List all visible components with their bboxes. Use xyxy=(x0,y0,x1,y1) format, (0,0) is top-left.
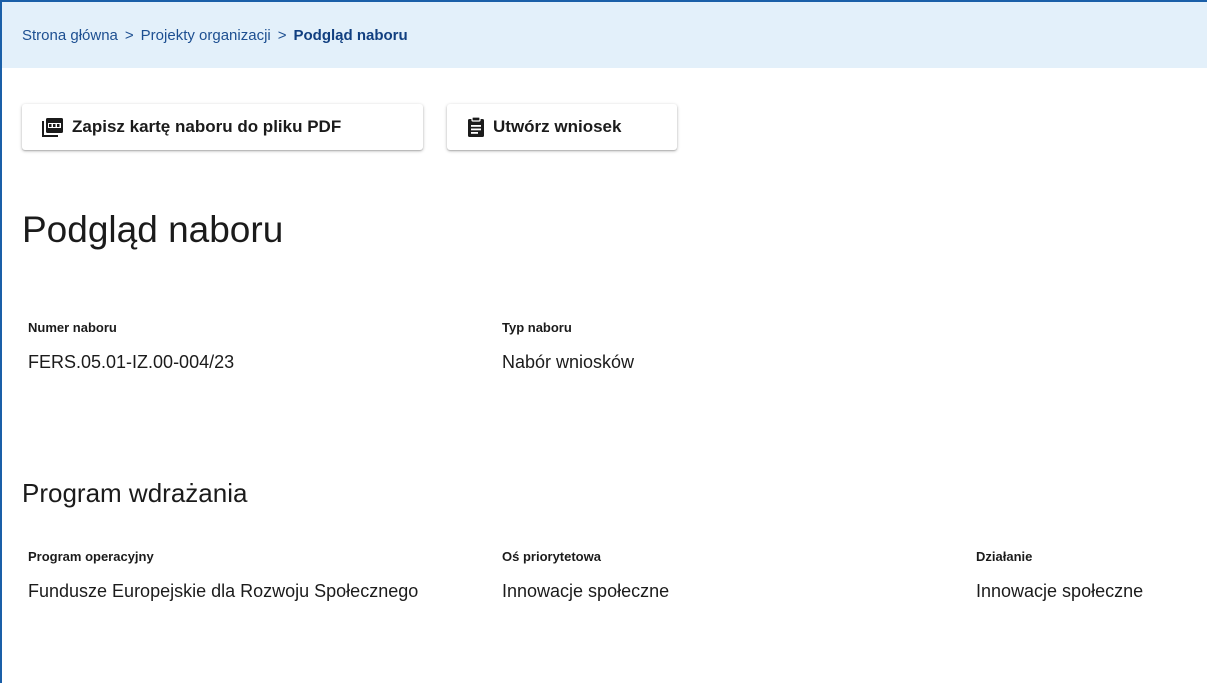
breadcrumb-home-link[interactable]: Strona główna xyxy=(22,27,118,44)
clipboard-icon xyxy=(467,116,485,138)
recruitment-number-field: Numer naboru FERS.05.01-IZ.00-004/23 xyxy=(28,320,448,375)
create-application-button[interactable]: Utwórz wniosek xyxy=(447,104,677,150)
create-application-button-label: Utwórz wniosek xyxy=(493,117,622,136)
operational-program-label: Program operacyjny xyxy=(28,549,154,564)
priority-axis-label: Oś priorytetowa xyxy=(502,549,601,564)
action-label: Działanie xyxy=(976,549,1033,564)
pdf-icon xyxy=(42,117,64,137)
priority-axis-field: Oś priorytetowa Innowacje społeczne xyxy=(502,549,922,604)
breadcrumb: Strona główna > Projekty organizacji > P… xyxy=(2,2,1207,68)
section-title-program: Program wdrażania xyxy=(22,478,248,508)
breadcrumb-current: Podgląd naboru xyxy=(293,26,408,44)
page: Strona główna > Projekty organizacji > P… xyxy=(0,0,1207,683)
breadcrumb-separator: > xyxy=(124,26,134,44)
operational-program-value: Fundusze Europejskie dla Rozwoju Społecz… xyxy=(28,581,419,601)
operational-program-field: Program operacyjny Fundusze Europejskie … xyxy=(28,549,428,604)
recruitment-number-value: FERS.05.01-IZ.00-004/23 xyxy=(28,352,235,372)
toolbar: Zapisz kartę naboru do pliku PDF Utwórz … xyxy=(22,104,677,150)
action-value: Innowacje społeczne xyxy=(976,581,1144,601)
breadcrumb-projects-link[interactable]: Projekty organizacji xyxy=(141,27,271,44)
save-pdf-button-label: Zapisz kartę naboru do pliku PDF xyxy=(72,117,342,136)
save-pdf-button[interactable]: Zapisz kartę naboru do pliku PDF xyxy=(22,104,423,150)
breadcrumb-separator: > xyxy=(277,26,287,44)
page-title: Podgląd naboru xyxy=(22,209,284,250)
recruitment-type-value: Nabór wniosków xyxy=(502,352,635,372)
recruitment-number-label: Numer naboru xyxy=(28,320,117,335)
recruitment-type-label: Typ naboru xyxy=(502,320,572,335)
action-field: Działanie Innowacje społeczne xyxy=(976,549,1201,604)
priority-axis-value: Innowacje społeczne xyxy=(502,581,670,601)
recruitment-type-field: Typ naboru Nabór wniosków xyxy=(502,320,922,375)
